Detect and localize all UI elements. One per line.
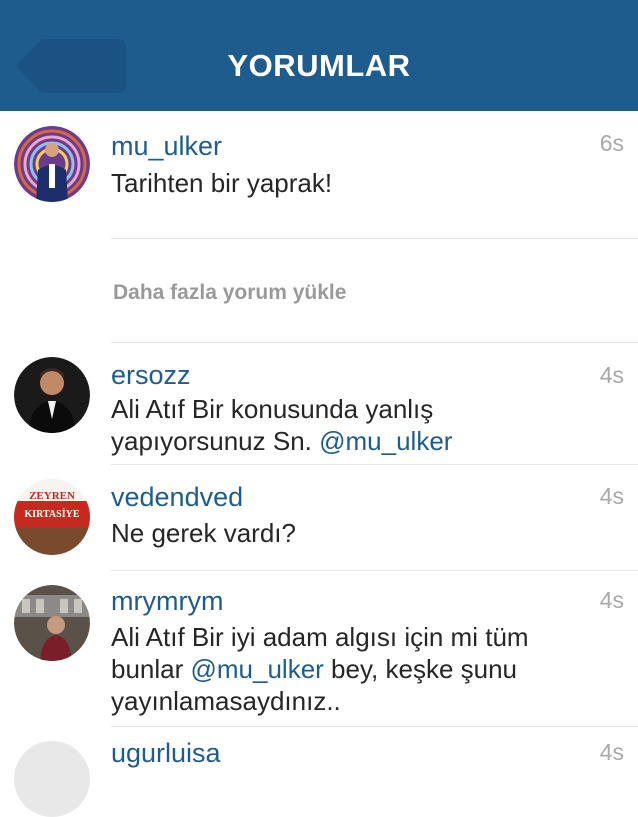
comments-list[interactable]: mu_ulker 6s Tarihten bir yaprak! Daha fa… — [0, 111, 638, 817]
mention-link[interactable]: @mu_ulker — [319, 426, 452, 456]
comment-row: mrymrym 4s Ali Atıf Bir iyi adam algısı … — [0, 571, 638, 727]
comment-text: Ne gerek vardı? — [111, 518, 296, 548]
comment-username[interactable]: vedendved — [111, 481, 243, 513]
comment-row: ZEYREN KIRTASİYE vedendved 4s Ne gerek v… — [0, 465, 638, 571]
avatar-logo-text: ZEYREN — [29, 490, 75, 502]
comment-username[interactable]: ersozz — [111, 359, 191, 391]
avatar[interactable] — [14, 585, 90, 661]
comment-text: Tarihten bir yaprak! — [111, 168, 333, 198]
comment-timestamp: 4s — [599, 587, 624, 613]
avatar[interactable] — [14, 357, 90, 433]
page-title: YORUMLAR — [227, 48, 411, 83]
comment-username[interactable]: ugurluisa — [111, 737, 221, 769]
comment-username[interactable]: mu_ulker — [111, 130, 222, 162]
comment-timestamp: 4s — [599, 483, 624, 509]
avatar[interactable] — [14, 126, 90, 202]
avatar-logo-text: KIRTASİYE — [24, 508, 79, 520]
navigation-bar: YORUMLAR — [0, 0, 638, 111]
comment-timestamp: 6s — [599, 130, 624, 156]
avatar[interactable]: ZEYREN KIRTASİYE — [14, 479, 90, 555]
comment-text: Ali Atıf Bir iyi adam algısı için mi tüm… — [111, 622, 529, 716]
comment-row: ugurluisa 4s — [0, 727, 638, 817]
comment-timestamp: 4s — [599, 362, 624, 388]
comment-username[interactable]: mrymrym — [111, 585, 223, 617]
load-more-comments-button[interactable]: Daha fazla yorum yükle — [113, 281, 346, 305]
avatar[interactable] — [14, 741, 90, 817]
caption-row: mu_ulker 6s Tarihten bir yaprak! — [0, 111, 638, 239]
comment-row: ersozz 4s Ali Atıf Bir konusunda yanlış … — [0, 343, 638, 465]
comment-text: Ali Atıf Bir konusunda yanlış yapıyorsun… — [111, 394, 453, 456]
load-more-row[interactable]: Daha fazla yorum yükle — [0, 239, 638, 343]
mention-link[interactable]: @mu_ulker — [191, 654, 324, 684]
comment-timestamp: 4s — [599, 739, 624, 765]
